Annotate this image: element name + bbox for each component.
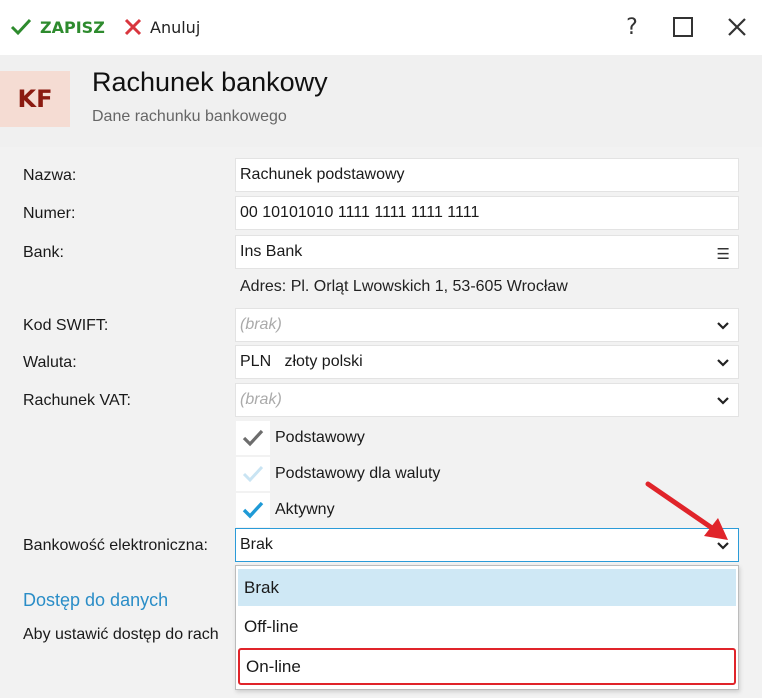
ebank-value: Brak — [240, 536, 273, 553]
number-label: Numer: — [23, 205, 76, 222]
number-field[interactable]: 00 10101010 1111 1111 1111 1111 — [235, 196, 739, 230]
checkmark-icon — [10, 18, 32, 36]
cancel-button[interactable]: Anuluj — [124, 14, 200, 40]
save-button-label: ZAPISZ — [40, 17, 105, 37]
ebank-label: Bankowość elektroniczna: — [23, 537, 208, 554]
ebank-dropdown-list: Brak Off-line On-line — [235, 565, 739, 690]
bank-value: Ins Bank — [240, 243, 303, 260]
vat-label: Rachunek VAT: — [23, 392, 131, 409]
data-access-link[interactable]: Dostęp do danych — [23, 590, 168, 611]
checkbox-icon[interactable] — [236, 493, 270, 527]
checkbox-icon[interactable] — [236, 421, 270, 455]
bank-field[interactable]: Ins Bank ☰ — [235, 235, 739, 269]
bank-address: Adres: Pl. Orląt Lwowskich 1, 53-605 Wro… — [240, 278, 568, 295]
name-label: Nazwa: — [23, 167, 77, 184]
annotation-arrow-icon — [645, 481, 728, 540]
chevron-down-icon — [717, 397, 729, 405]
name-field[interactable]: Rachunek podstawowy — [235, 158, 739, 192]
maximize-icon[interactable] — [668, 12, 698, 42]
swift-value: (brak) — [240, 316, 282, 333]
checkbox-active[interactable]: Aktywny — [236, 493, 335, 527]
name-value: Rachunek podstawowy — [240, 166, 405, 183]
currency-label: Waluta: — [23, 354, 77, 371]
checkbox-primary[interactable]: Podstawowy — [236, 421, 365, 455]
swift-select[interactable]: (brak) — [235, 308, 739, 342]
currency-value: PLN złoty polski — [240, 353, 363, 370]
vat-select[interactable]: (brak) — [235, 383, 739, 417]
vat-value: (brak) — [240, 391, 282, 408]
dialog-header: KF Rachunek bankowy Dane rachunku bankow… — [0, 55, 762, 147]
save-button[interactable]: ZAPISZ — [10, 14, 105, 40]
dropdown-option-none[interactable]: Brak — [238, 569, 736, 606]
number-value: 00 10101010 1111 1111 1111 1111 — [240, 204, 480, 221]
help-icon[interactable]: ? — [617, 12, 647, 42]
bank-label: Bank: — [23, 244, 64, 261]
swift-label: Kod SWIFT: — [23, 317, 109, 334]
checkbox-primary-label: Podstawowy — [275, 429, 365, 446]
chevron-down-icon — [717, 322, 729, 330]
checkbox-active-label: Aktywny — [275, 501, 335, 518]
checkbox-primary-currency-label: Podstawowy dla waluty — [275, 465, 441, 482]
toolbar: ZAPISZ Anuluj ? — [0, 0, 762, 55]
currency-select[interactable]: PLN złoty polski — [235, 345, 739, 379]
list-menu-icon[interactable]: ☰ — [717, 245, 730, 263]
close-icon — [124, 18, 142, 36]
module-badge: KF — [0, 71, 70, 127]
page-title: Rachunek bankowy — [92, 67, 328, 97]
cancel-button-label: Anuluj — [150, 17, 201, 37]
page-subtitle: Dane rachunku bankowego — [92, 108, 287, 125]
chevron-down-icon — [717, 359, 729, 367]
checkbox-primary-currency[interactable]: Podstawowy dla waluty — [236, 457, 440, 491]
data-access-text: Aby ustawić dostęp do rach — [23, 626, 219, 643]
dropdown-option-online[interactable]: On-line — [238, 648, 736, 685]
dropdown-option-offline[interactable]: Off-line — [238, 608, 736, 645]
close-window-icon[interactable] — [722, 12, 752, 42]
checkbox-icon[interactable] — [236, 457, 270, 491]
